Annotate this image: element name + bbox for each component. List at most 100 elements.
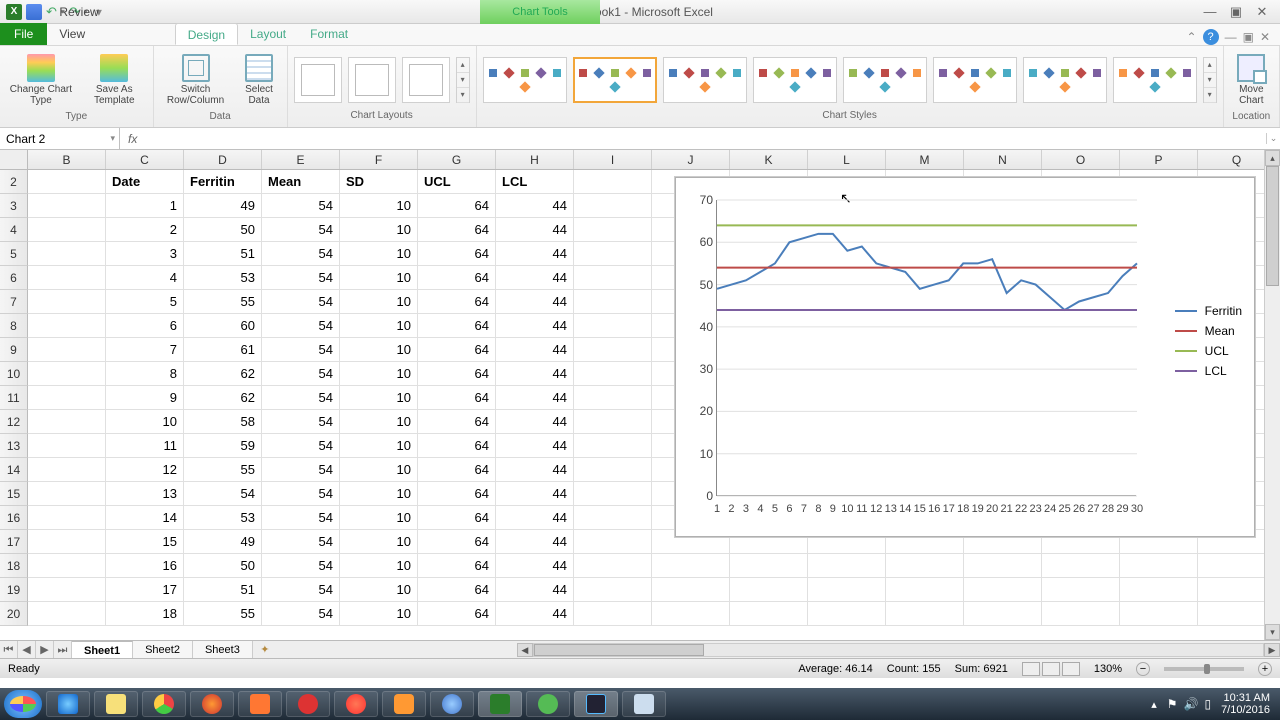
cell-L18[interactable] bbox=[808, 554, 886, 578]
cell-C20[interactable]: 18 bbox=[106, 602, 184, 626]
row-header-10[interactable]: 10 bbox=[0, 362, 28, 386]
cell-E5[interactable]: 54 bbox=[262, 242, 340, 266]
mdi-restore-icon[interactable]: ▣ bbox=[1243, 30, 1254, 44]
cell-E10[interactable]: 54 bbox=[262, 362, 340, 386]
move-chart-button[interactable]: Move Chart bbox=[1230, 49, 1273, 111]
cell-F6[interactable]: 10 bbox=[340, 266, 418, 290]
cell-G10[interactable]: 64 bbox=[418, 362, 496, 386]
cell-G7[interactable]: 64 bbox=[418, 290, 496, 314]
cell-N19[interactable] bbox=[964, 578, 1042, 602]
cell-D7[interactable]: 55 bbox=[184, 290, 262, 314]
cell-I12[interactable] bbox=[574, 410, 652, 434]
cell-E2[interactable]: Mean bbox=[262, 170, 340, 194]
column-header-F[interactable]: F bbox=[340, 150, 418, 169]
column-header-J[interactable]: J bbox=[652, 150, 730, 169]
cell-F12[interactable]: 10 bbox=[340, 410, 418, 434]
cell-G16[interactable]: 64 bbox=[418, 506, 496, 530]
cell-C3[interactable]: 1 bbox=[106, 194, 184, 218]
cell-M18[interactable] bbox=[886, 554, 964, 578]
cell-I13[interactable] bbox=[574, 434, 652, 458]
cell-F2[interactable]: SD bbox=[340, 170, 418, 194]
cell-F16[interactable]: 10 bbox=[340, 506, 418, 530]
volume-icon[interactable]: 🔊 bbox=[1184, 697, 1199, 711]
taskbar-notepad[interactable] bbox=[622, 691, 666, 717]
cell-G5[interactable]: 64 bbox=[418, 242, 496, 266]
cell-K20[interactable] bbox=[730, 602, 808, 626]
cell-E20[interactable]: 54 bbox=[262, 602, 340, 626]
system-tray[interactable]: ▴ ⚑ 🔊 ▯ 10:31 AM 7/10/2016 bbox=[1151, 692, 1276, 716]
cell-F9[interactable]: 10 bbox=[340, 338, 418, 362]
help-icon[interactable]: ? bbox=[1203, 29, 1219, 45]
cell-E7[interactable]: 54 bbox=[262, 290, 340, 314]
legend-item-ferritin[interactable]: Ferritin bbox=[1175, 304, 1242, 318]
cell-D16[interactable]: 53 bbox=[184, 506, 262, 530]
cell-D19[interactable]: 51 bbox=[184, 578, 262, 602]
cell-N18[interactable] bbox=[964, 554, 1042, 578]
cell-D20[interactable]: 55 bbox=[184, 602, 262, 626]
row-header-17[interactable]: 17 bbox=[0, 530, 28, 554]
chart-style-6[interactable] bbox=[933, 57, 1017, 103]
taskbar-firefox[interactable] bbox=[190, 691, 234, 717]
cell-G13[interactable]: 64 bbox=[418, 434, 496, 458]
cell-B14[interactable] bbox=[28, 458, 106, 482]
cell-D18[interactable]: 50 bbox=[184, 554, 262, 578]
cell-G15[interactable]: 64 bbox=[418, 482, 496, 506]
row-header-2[interactable]: 2 bbox=[0, 170, 28, 194]
cell-E17[interactable]: 54 bbox=[262, 530, 340, 554]
taskbar-excel[interactable] bbox=[478, 691, 522, 717]
cell-G19[interactable]: 64 bbox=[418, 578, 496, 602]
cell-E19[interactable]: 54 bbox=[262, 578, 340, 602]
cell-I17[interactable] bbox=[574, 530, 652, 554]
cell-I19[interactable] bbox=[574, 578, 652, 602]
cell-H13[interactable]: 44 bbox=[496, 434, 574, 458]
cell-I2[interactable] bbox=[574, 170, 652, 194]
chart-styles-scroll[interactable]: ▴▾▾ bbox=[1203, 57, 1217, 103]
cell-B4[interactable] bbox=[28, 218, 106, 242]
cell-F15[interactable]: 10 bbox=[340, 482, 418, 506]
cell-G11[interactable]: 64 bbox=[418, 386, 496, 410]
cell-H15[interactable]: 44 bbox=[496, 482, 574, 506]
cell-G4[interactable]: 64 bbox=[418, 218, 496, 242]
close-button[interactable]: ✕ bbox=[1254, 4, 1270, 20]
cell-H6[interactable]: 44 bbox=[496, 266, 574, 290]
cell-F7[interactable]: 10 bbox=[340, 290, 418, 314]
cell-B13[interactable] bbox=[28, 434, 106, 458]
row-header-3[interactable]: 3 bbox=[0, 194, 28, 218]
mdi-close-icon[interactable]: ✕ bbox=[1260, 30, 1270, 44]
cell-D9[interactable]: 61 bbox=[184, 338, 262, 362]
select-all-cell[interactable] bbox=[0, 150, 28, 169]
cell-I18[interactable] bbox=[574, 554, 652, 578]
cell-I5[interactable] bbox=[574, 242, 652, 266]
chart-style-7[interactable] bbox=[1023, 57, 1107, 103]
cell-D8[interactable]: 60 bbox=[184, 314, 262, 338]
new-sheet-button[interactable]: ✦ bbox=[253, 641, 277, 658]
cell-E18[interactable]: 54 bbox=[262, 554, 340, 578]
taskbar-uc[interactable] bbox=[382, 691, 426, 717]
cell-J18[interactable] bbox=[652, 554, 730, 578]
cell-O18[interactable] bbox=[1042, 554, 1120, 578]
chart-style-2[interactable] bbox=[573, 57, 657, 103]
cell-O20[interactable] bbox=[1042, 602, 1120, 626]
cell-B17[interactable] bbox=[28, 530, 106, 554]
cell-I10[interactable] bbox=[574, 362, 652, 386]
cell-B11[interactable] bbox=[28, 386, 106, 410]
cell-B2[interactable] bbox=[28, 170, 106, 194]
cell-I14[interactable] bbox=[574, 458, 652, 482]
cell-G6[interactable]: 64 bbox=[418, 266, 496, 290]
row-header-20[interactable]: 20 bbox=[0, 602, 28, 626]
chart-style-5[interactable] bbox=[843, 57, 927, 103]
cell-E13[interactable]: 54 bbox=[262, 434, 340, 458]
cell-C15[interactable]: 13 bbox=[106, 482, 184, 506]
cell-F5[interactable]: 10 bbox=[340, 242, 418, 266]
tab-review[interactable]: Review bbox=[47, 1, 138, 23]
cell-P18[interactable] bbox=[1120, 554, 1198, 578]
cell-G17[interactable]: 64 bbox=[418, 530, 496, 554]
cell-E15[interactable]: 54 bbox=[262, 482, 340, 506]
sheet-tab-sheet1[interactable]: Sheet1 bbox=[72, 641, 133, 658]
cell-B10[interactable] bbox=[28, 362, 106, 386]
cell-J19[interactable] bbox=[652, 578, 730, 602]
clock[interactable]: 10:31 AM 7/10/2016 bbox=[1221, 692, 1270, 716]
cell-G3[interactable]: 64 bbox=[418, 194, 496, 218]
cell-L20[interactable] bbox=[808, 602, 886, 626]
cell-F20[interactable]: 10 bbox=[340, 602, 418, 626]
